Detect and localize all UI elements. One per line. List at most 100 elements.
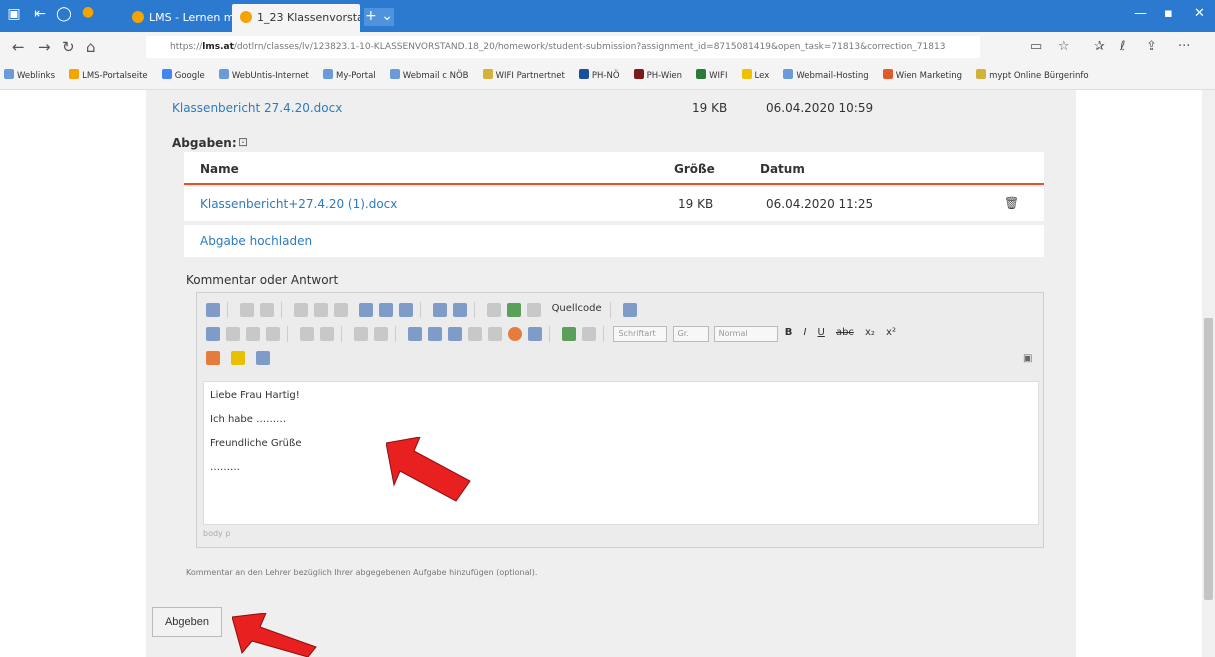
favorites-icon[interactable]: ✰ — [1094, 39, 1105, 54]
maximize-editor-icon[interactable]: ▣ — [1023, 353, 1032, 364]
maximize-icon[interactable]: ▪ — [1164, 6, 1173, 21]
lms-favicon-icon — [132, 11, 144, 23]
close-window-icon[interactable]: ✕ — [1194, 6, 1205, 21]
link-icon[interactable] — [562, 327, 577, 341]
editor-path: body p — [203, 529, 231, 538]
special-char-icon[interactable] — [528, 327, 543, 341]
font-select[interactable]: Schriftart — [613, 326, 668, 342]
bookmark-item[interactable]: WIFI — [696, 62, 728, 89]
bold-button[interactable]: B — [785, 327, 793, 338]
paste-text-icon[interactable] — [359, 303, 374, 317]
tab-actions-icon[interactable]: ▣ — [6, 6, 22, 22]
bookmark-item[interactable]: WebUntis-Internet — [218, 62, 309, 89]
emoji-icon[interactable] — [488, 327, 503, 341]
cut-icon[interactable] — [294, 303, 309, 317]
pen-icon[interactable]: ℓ — [1120, 39, 1125, 54]
new-tab-button[interactable]: + ⌄ — [364, 8, 394, 26]
share-icon[interactable]: ⇪ — [1146, 39, 1157, 54]
paste-icon[interactable] — [334, 303, 349, 317]
info-icon[interactable]: ⊡ — [238, 135, 248, 149]
refresh-icon[interactable]: ↻ — [62, 38, 75, 56]
red-arrow-icon — [232, 613, 317, 657]
subscript-button[interactable]: x₂ — [865, 327, 875, 338]
italic-button[interactable]: I — [803, 327, 806, 338]
superscript-button[interactable]: x² — [886, 327, 896, 338]
bookmark-item[interactable]: Webmail c NÖB — [389, 62, 469, 89]
reading-view-icon[interactable]: ▭ — [1030, 39, 1042, 54]
forward-icon[interactable]: → — [38, 38, 51, 56]
bookmark-item[interactable]: PH-Wien — [633, 62, 682, 89]
bookmark-item[interactable]: My-Portal — [323, 62, 376, 89]
paste-word-icon[interactable] — [379, 303, 394, 317]
more-icon[interactable]: ··· — [1178, 39, 1190, 54]
scrollbar-thumb[interactable] — [1204, 318, 1213, 600]
bookmark-item[interactable]: Webmail-Hosting — [783, 62, 869, 89]
highlight-color-icon[interactable] — [231, 351, 246, 365]
text-color-icon[interactable] — [206, 351, 220, 365]
submission-file-link[interactable]: Klassenbericht+27.4.20 (1).docx — [200, 197, 397, 211]
tab-klassenvorstand[interactable]: 1_23 Klassenvorstand - ✕ — [232, 4, 360, 32]
smiley-icon[interactable] — [508, 327, 523, 341]
media-icon[interactable] — [428, 327, 443, 341]
indent-icon[interactable] — [374, 327, 389, 341]
justify-icon[interactable] — [266, 327, 280, 341]
bookmark-item[interactable]: LMS-Portalseite — [69, 62, 148, 89]
find-icon[interactable] — [433, 303, 448, 317]
back-icon[interactable]: ← — [12, 38, 25, 56]
help-icon[interactable] — [622, 303, 637, 317]
back-tabs-icon[interactable]: ⇤ — [32, 6, 48, 22]
replace-icon[interactable] — [453, 303, 468, 317]
globe-icon[interactable] — [206, 303, 220, 317]
file-link-top[interactable]: Klassenbericht 27.4.20.docx — [172, 101, 342, 115]
strike-button[interactable]: abc — [836, 327, 854, 338]
bookmark-item[interactable]: WIFI Partnertnet — [482, 62, 565, 89]
size-select[interactable]: Gr. — [672, 326, 709, 342]
upload-link[interactable]: Abgabe hochladen — [200, 234, 312, 248]
bookmark-item[interactable]: mypt Online Bürgerinfo — [976, 62, 1089, 89]
underline-button[interactable]: U — [818, 327, 825, 338]
editor-line: ……… — [210, 462, 240, 473]
editor-body[interactable]: Liebe Frau Hartig! Ich habe ……… Freundli… — [203, 381, 1039, 525]
bookmark-item[interactable]: PH-NÖ — [578, 62, 620, 89]
bookmark-icon — [218, 69, 229, 79]
select-all-icon[interactable] — [487, 303, 502, 317]
favorite-star-icon[interactable]: ☆ — [1058, 39, 1070, 54]
copy-icon[interactable] — [314, 303, 329, 317]
home-icon[interactable]: ⌂ — [86, 38, 96, 56]
bookmark-item[interactable]: Lex — [741, 62, 769, 89]
tab-lms[interactable]: LMS - Lernen mit System — [124, 4, 232, 32]
source-button[interactable]: Quellcode — [552, 303, 602, 314]
bookmark-item[interactable]: Google — [161, 62, 205, 89]
bullet-list-icon[interactable] — [320, 327, 335, 341]
bookmark-label: WIFI — [709, 71, 728, 81]
align-right-icon[interactable] — [246, 327, 260, 341]
editor-line: Ich habe ……… — [210, 414, 287, 425]
comment-label: Kommentar oder Antwort — [186, 273, 339, 287]
spellcheck-icon[interactable] — [399, 303, 414, 317]
trash-icon[interactable]: 🗑 — [1004, 196, 1019, 210]
align-left-icon[interactable] — [206, 327, 220, 341]
submit-button[interactable]: Abgeben — [152, 607, 222, 637]
bookmark-item[interactable]: Weblinks — [4, 62, 55, 89]
bookmark-item[interactable]: Wien Marketing — [882, 62, 962, 89]
bookmark-icon — [882, 69, 893, 79]
image-icon[interactable] — [408, 327, 423, 341]
redo-icon[interactable] — [260, 303, 275, 317]
outdent-icon[interactable] — [354, 327, 369, 341]
remove-format-icon[interactable] — [507, 303, 522, 317]
minimize-icon[interactable]: — — [1134, 6, 1147, 21]
bookmark-label: mypt Online Bürgerinfo — [989, 71, 1089, 81]
align-center-icon[interactable] — [226, 327, 240, 341]
numbered-list-icon[interactable] — [300, 327, 315, 341]
bookmark-icon — [578, 69, 589, 79]
scrollbar[interactable] — [1202, 90, 1215, 657]
table-icon[interactable] — [448, 327, 463, 341]
hr-icon[interactable] — [468, 327, 483, 341]
undo-icon[interactable] — [240, 303, 255, 317]
unlink-icon[interactable] — [582, 327, 597, 341]
file-date: 06.04.2020 10:59 — [766, 101, 874, 115]
format-select[interactable]: Normal — [713, 326, 778, 342]
url-input[interactable]: https://lms.at/dotlrn/classes/lv/123823.… — [146, 36, 980, 58]
source-icon[interactable] — [527, 303, 542, 317]
clear-format-icon[interactable] — [256, 351, 271, 365]
